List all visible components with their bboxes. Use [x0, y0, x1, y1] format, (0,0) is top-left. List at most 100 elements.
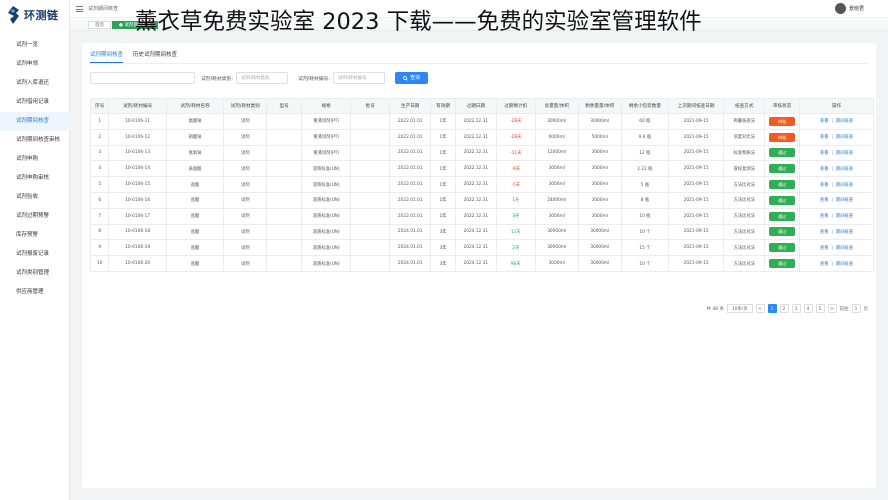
status-badge[interactable]: 通过 [769, 211, 796, 221]
sidebar-item[interactable]: 试剂期间核查审核 [0, 131, 70, 150]
query-button[interactable]: 查询 [395, 72, 429, 84]
status-badge[interactable]: 待批 [769, 132, 796, 142]
cell-prod: 2022.01.01 [389, 160, 432, 178]
cell-code: 10-0106-19 [108, 239, 167, 257]
prev-page-button[interactable]: < [755, 304, 765, 313]
sidebar-item[interactable]: 试剂申购 [0, 150, 70, 169]
check-link[interactable]: 期间核查 [836, 151, 853, 156]
cell-model [266, 113, 303, 130]
brand-logo[interactable]: 环测链 [6, 4, 59, 26]
column-header: 有效期 [430, 98, 456, 114]
sidebar: 环测链 试剂一览 试剂申领 试剂入库退还 试剂借用记录 试剂期间核查 试剂期间核查审核 试剂… [0, 0, 70, 500]
check-link[interactable]: 期间核查 [836, 262, 853, 267]
tabs-divider [90, 63, 868, 64]
cell-small: 5 瓶 [620, 176, 669, 193]
view-link[interactable]: 查看 [820, 214, 829, 219]
sidebar-item[interactable]: 试剂一览 [0, 36, 70, 55]
check-link[interactable]: 期间核查 [836, 183, 853, 188]
cell-prod: 2022.01.01 [389, 176, 432, 193]
cell-actions: 查看 | 期间核查 [799, 239, 874, 257]
cell-batch [350, 176, 391, 193]
cell-total: 12000ml [534, 144, 579, 162]
sidebar-item[interactable]: 供应商管理 [0, 283, 70, 302]
view-link[interactable]: 查看 [820, 198, 829, 203]
cell-left: 30000ml [577, 255, 622, 272]
cell-batch [350, 191, 391, 209]
cell-expire: 2022.12.31 [454, 207, 497, 225]
page-number-button[interactable]: 4 [803, 304, 813, 313]
check-link[interactable]: 期间核查 [836, 214, 853, 219]
check-link[interactable]: 期间核查 [836, 230, 853, 235]
page-number-button[interactable]: 5 [815, 304, 825, 313]
goto-input[interactable]: 1 [851, 304, 861, 313]
code-filter-label: 试剂/耗材编号: [298, 76, 331, 82]
cell-type: 试剂 [223, 113, 268, 130]
tab-current-check[interactable]: 试剂期间核查 [90, 49, 124, 63]
cell-last: 2021-09-15 [667, 160, 725, 178]
cell-valid: 3年 [430, 255, 456, 272]
check-link[interactable]: 期间核查 [836, 167, 853, 172]
view-link[interactable]: 查看 [820, 183, 829, 188]
sidebar-item[interactable]: 试剂期间核查 [0, 112, 70, 131]
view-link[interactable]: 查看 [820, 135, 829, 140]
type-filter-input[interactable]: 试剂/耗材类别 [236, 72, 289, 84]
cell-model [266, 255, 303, 272]
status-badge[interactable]: 通过 [769, 148, 796, 158]
sidebar-item[interactable]: 试剂入库退还 [0, 74, 70, 93]
sidebar-item[interactable]: 库存预警 [0, 226, 70, 245]
cell-last: 2021-09-15 [667, 239, 725, 257]
view-link[interactable]: 查看 [820, 230, 829, 235]
check-link[interactable]: 期间核查 [836, 135, 853, 140]
cell-valid: 3年 [430, 223, 456, 241]
content-card: 试剂期间核查 历史试剂期间核查 试剂/耗材类别: 试剂/耗材类别 试剂/耗材编号… [82, 43, 876, 488]
page-number-button[interactable]: 2 [779, 304, 789, 313]
user-menu[interactable]: 景晓君 [834, 3, 864, 14]
cell-type: 试剂 [223, 176, 268, 193]
column-header: 核查方式 [723, 98, 766, 114]
cell-valid: 1年 [430, 144, 456, 162]
view-link[interactable]: 查看 [820, 119, 829, 124]
table-row: 10 10-0106-20 盐酸 试剂 溶液标准(UN) 2024.01.01 3年 2024… [89, 255, 874, 272]
cell-expire: 2022.12.31 [454, 191, 497, 209]
status-badge[interactable]: 通过 [769, 195, 796, 205]
page-number-button[interactable]: 3 [791, 304, 801, 313]
cell-code: 10-0106-16 [108, 191, 167, 209]
status-badge[interactable]: 待批 [769, 116, 796, 126]
sidebar-item[interactable]: 试剂验收 [0, 188, 70, 207]
view-link[interactable]: 查看 [820, 262, 829, 267]
view-link[interactable]: 查看 [820, 246, 829, 251]
cell-prod: 2024.01.01 [389, 239, 432, 257]
view-link[interactable]: 查看 [820, 151, 829, 156]
search-input[interactable] [90, 72, 195, 84]
status-badge[interactable]: 通过 [769, 180, 796, 190]
check-link[interactable]: 期间核查 [836, 119, 853, 124]
status-badge[interactable]: 通过 [769, 259, 796, 269]
check-link[interactable]: 期间核查 [836, 198, 853, 203]
page-number-button[interactable]: 1 [767, 304, 777, 313]
sidebar-item[interactable]: 试剂申购审核 [0, 169, 70, 188]
cell-model [266, 239, 303, 257]
sidebar-item[interactable]: 试剂类别管理 [0, 264, 70, 283]
menu-collapse-icon[interactable] [76, 6, 83, 12]
next-page-button[interactable]: > [827, 304, 837, 313]
code-filter-input[interactable]: 试剂/耗材编号 [333, 72, 386, 84]
status-badge[interactable]: 通过 [769, 227, 796, 237]
cell-remain: 90天 [495, 255, 536, 272]
tag-home[interactable]: 首页 [88, 21, 111, 29]
sidebar-item[interactable]: 试剂借用记录 [0, 93, 70, 112]
cell-actions: 查看 | 期间核查 [799, 223, 874, 241]
tab-history-check[interactable]: 历史试剂期间核查 [133, 49, 177, 63]
view-link[interactable]: 查看 [820, 167, 829, 172]
check-link[interactable]: 期间核查 [836, 246, 853, 251]
status-badge[interactable]: 通过 [769, 243, 796, 253]
table-row: 8 10-0106-18 盐酸 试剂 溶液标准(UN) 2024.01.01 3年 2024.… [89, 223, 874, 241]
sidebar-item[interactable]: 试剂报废记录 [0, 245, 70, 264]
cell-left: 3000ml [577, 207, 622, 225]
tabs: 试剂期间核查 历史试剂期间核查 [90, 49, 177, 63]
status-badge[interactable]: 通过 [769, 164, 796, 174]
sidebar-item[interactable]: 试剂申领 [0, 55, 70, 74]
cell-no: 7 [89, 207, 110, 225]
cell-total: 3000ml [534, 255, 579, 272]
sidebar-item[interactable]: 试剂过期预警 [0, 207, 70, 226]
page-size-select[interactable]: 10条/页 [726, 304, 753, 313]
